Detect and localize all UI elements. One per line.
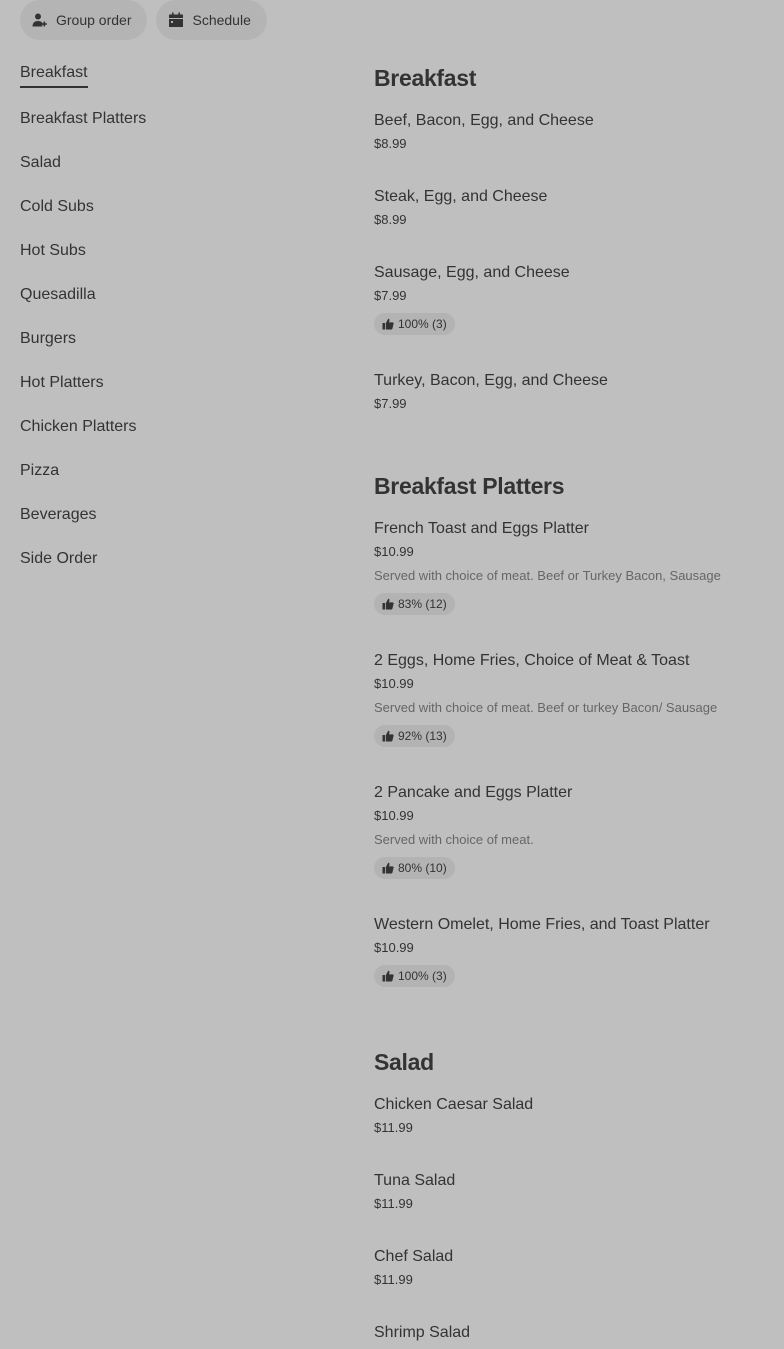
thumbs-up-icon bbox=[382, 598, 394, 610]
rating-badge: 92% (13) bbox=[374, 725, 455, 747]
menu-item[interactable]: 2 Eggs, Home Fries, Choice of Meat & Toa… bbox=[374, 651, 774, 747]
item-name: Turkey, Bacon, Egg, and Cheese bbox=[374, 372, 608, 389]
category-item-label: Quesadilla bbox=[20, 286, 96, 303]
item-name: 2 Pancake and Eggs Platter bbox=[374, 784, 573, 801]
thumbs-up-icon bbox=[382, 318, 394, 330]
group-order-button[interactable]: Group order bbox=[20, 0, 148, 40]
item-description: Served with choice of meat. bbox=[374, 832, 534, 847]
item-description: Served with choice of meat. Beef or turk… bbox=[374, 700, 718, 715]
item-price: $10.99 bbox=[374, 676, 414, 691]
item-price: $11.99 bbox=[374, 1120, 413, 1135]
store-menu-page: Group order Schedule Breakfast Breakfast… bbox=[0, 0, 784, 1349]
item-description: Served with choice of meat. Beef or Turk… bbox=[374, 568, 721, 583]
category-item-chicken-platters[interactable]: Chicken Platters bbox=[20, 412, 320, 456]
menu-item[interactable]: Shrimp Salad bbox=[374, 1323, 774, 1343]
item-price: $11.99 bbox=[374, 1196, 413, 1211]
item-name: Tuna Salad bbox=[374, 1172, 456, 1189]
rating-text: 80% (10) bbox=[398, 861, 447, 875]
item-name: French Toast and Eggs Platter bbox=[374, 520, 589, 537]
item-name: Shrimp Salad bbox=[374, 1324, 471, 1341]
section-title-breakfast-platters: Breakfast Platters bbox=[374, 473, 565, 499]
menu-item[interactable]: French Toast and Eggs Platter $10.99 Ser… bbox=[374, 519, 774, 615]
menu-item[interactable]: Beef, Bacon, Egg, and Cheese $8.99 bbox=[374, 111, 774, 152]
menu-item[interactable]: Chicken Caesar Salad $11.99 bbox=[374, 1095, 774, 1136]
category-nav: Breakfast Breakfast Platters Salad Cold … bbox=[20, 58, 320, 588]
category-item-label: Salad bbox=[20, 154, 61, 171]
person-add-icon bbox=[32, 12, 48, 28]
item-name: Sausage, Egg, and Cheese bbox=[374, 264, 570, 281]
category-item-label: Cold Subs bbox=[20, 198, 94, 215]
rating-text: 83% (12) bbox=[398, 597, 447, 611]
section-title-salad: Salad bbox=[374, 1049, 434, 1075]
category-item-quesadilla[interactable]: Quesadilla bbox=[20, 280, 320, 324]
category-item-label: Pizza bbox=[20, 462, 60, 479]
category-item-label: Hot Platters bbox=[20, 374, 104, 391]
category-item-breakfast[interactable]: Breakfast bbox=[20, 58, 320, 104]
category-item-label: Chicken Platters bbox=[20, 418, 137, 435]
menu-item[interactable]: Steak, Egg, and Cheese $8.99 bbox=[374, 187, 774, 228]
menu-item[interactable]: 2 Pancake and Eggs Platter $10.99 Served… bbox=[374, 783, 774, 879]
thumbs-up-icon bbox=[382, 730, 394, 742]
item-price: $10.99 bbox=[374, 940, 414, 955]
category-item-hot-subs[interactable]: Hot Subs bbox=[20, 236, 320, 280]
category-item-beverages[interactable]: Beverages bbox=[20, 500, 320, 544]
rating-badge: 80% (10) bbox=[374, 857, 455, 879]
top-actions: Group order Schedule bbox=[20, 0, 267, 40]
schedule-button[interactable]: Schedule bbox=[156, 0, 267, 40]
calendar-icon bbox=[168, 12, 184, 28]
item-price: $7.99 bbox=[374, 288, 407, 303]
menu-item[interactable]: Turkey, Bacon, Egg, and Cheese $7.99 bbox=[374, 371, 774, 412]
category-item-label: Burgers bbox=[20, 330, 77, 347]
category-item-side-order[interactable]: Side Order bbox=[20, 544, 320, 588]
thumbs-up-icon bbox=[382, 862, 394, 874]
menu-item[interactable]: Chef Salad $11.99 bbox=[374, 1247, 774, 1288]
item-price: $8.99 bbox=[374, 136, 407, 151]
item-name: 2 Eggs, Home Fries, Choice of Meat & Toa… bbox=[374, 652, 690, 669]
category-item-hot-platters[interactable]: Hot Platters bbox=[20, 368, 320, 412]
section-title-breakfast: Breakfast bbox=[374, 65, 477, 91]
thumbs-up-icon bbox=[382, 970, 394, 982]
item-name: Chef Salad bbox=[374, 1248, 454, 1265]
menu-item[interactable]: Sausage, Egg, and Cheese $7.99 100% (3) bbox=[374, 263, 774, 335]
category-item-label: Breakfast bbox=[20, 60, 88, 88]
category-item-pizza[interactable]: Pizza bbox=[20, 456, 320, 500]
item-price: $10.99 bbox=[374, 808, 414, 823]
category-item-breakfast-platters[interactable]: Breakfast Platters bbox=[20, 104, 320, 148]
menu-item[interactable]: Tuna Salad $11.99 bbox=[374, 1171, 774, 1212]
schedule-label: Schedule bbox=[192, 12, 251, 28]
item-price: $8.99 bbox=[374, 212, 407, 227]
category-item-label: Hot Subs bbox=[20, 242, 86, 259]
item-price: $10.99 bbox=[374, 544, 414, 559]
item-name: Beef, Bacon, Egg, and Cheese bbox=[374, 112, 594, 129]
category-item-label: Side Order bbox=[20, 550, 98, 567]
category-item-label: Breakfast Platters bbox=[20, 110, 147, 127]
item-name: Steak, Egg, and Cheese bbox=[374, 188, 548, 205]
group-order-label: Group order bbox=[56, 12, 132, 28]
category-item-cold-subs[interactable]: Cold Subs bbox=[20, 192, 320, 236]
rating-badge: 83% (12) bbox=[374, 593, 455, 615]
item-price: $11.99 bbox=[374, 1272, 413, 1287]
rating-badge: 100% (3) bbox=[374, 313, 455, 335]
item-price: $7.99 bbox=[374, 396, 407, 411]
rating-text: 92% (13) bbox=[398, 729, 447, 743]
item-name: Chicken Caesar Salad bbox=[374, 1096, 534, 1113]
rating-text: 100% (3) bbox=[398, 317, 447, 331]
category-item-salad[interactable]: Salad bbox=[20, 148, 320, 192]
rating-badge: 100% (3) bbox=[374, 965, 455, 987]
menu-item[interactable]: Western Omelet, Home Fries, and Toast Pl… bbox=[374, 915, 774, 987]
category-item-label: Beverages bbox=[20, 506, 97, 523]
rating-text: 100% (3) bbox=[398, 969, 447, 983]
category-item-burgers[interactable]: Burgers bbox=[20, 324, 320, 368]
item-name: Western Omelet, Home Fries, and Toast Pl… bbox=[374, 916, 710, 933]
